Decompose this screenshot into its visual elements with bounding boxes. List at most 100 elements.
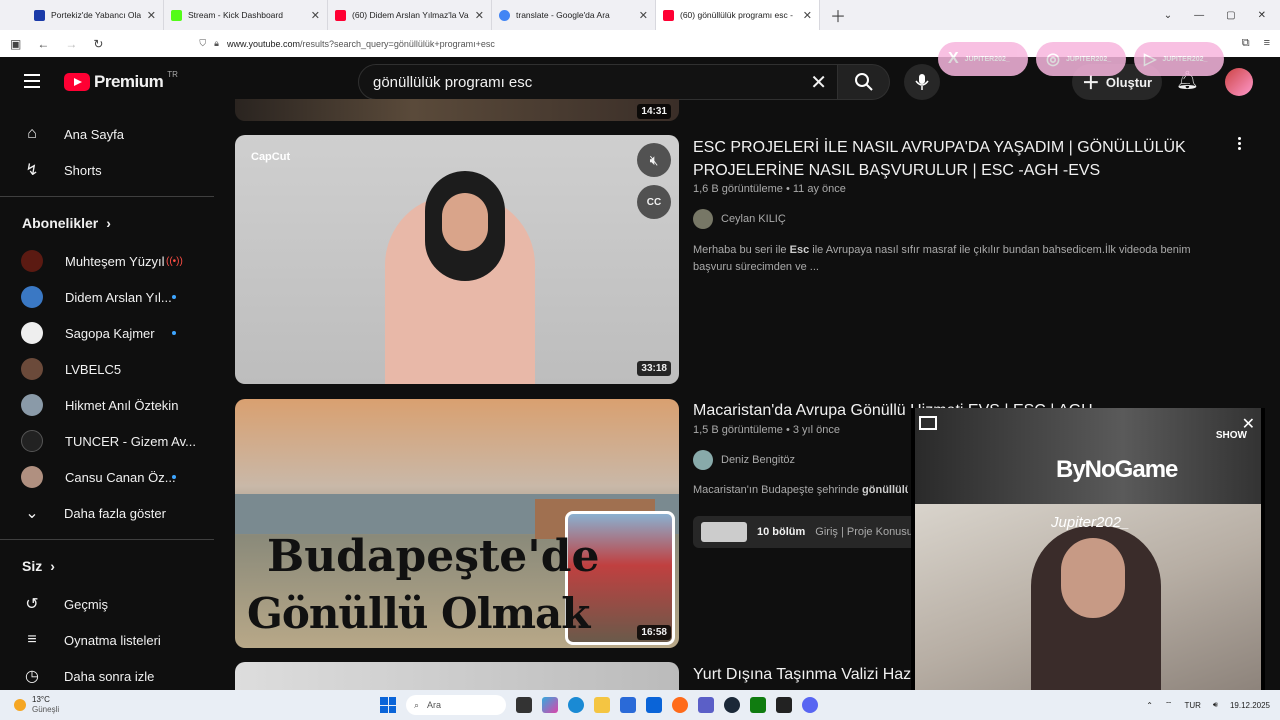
address-bar[interactable]: ⛉ 🔒︎ www.youtube.com/results?search_quer… <box>199 38 494 49</box>
outlook-icon[interactable] <box>646 697 662 713</box>
taskbar-date[interactable]: 19.12.2025 <box>1230 701 1270 710</box>
logo-text: Premium <box>94 72 164 91</box>
bynogame-logo: ByNoGame <box>1056 456 1178 483</box>
sidebar-item-subscription[interactable]: Cansu Canan Öz... <box>0 459 214 495</box>
sidebar-item-playlists[interactable]: ≡ Oynatma listeleri <box>0 622 214 658</box>
channel-avatar <box>21 286 43 308</box>
video-thumbnail[interactable]: CapCut 🔇︎ CC 33:18 <box>235 135 679 384</box>
file-explorer-icon[interactable] <box>594 697 610 713</box>
search-input[interactable]: gönüllülük programı esc ✕ <box>358 64 838 100</box>
close-tab-icon[interactable]: ✕ <box>147 9 156 22</box>
firefox-icon[interactable] <box>672 697 688 713</box>
sidebar-item-history[interactable]: ↺ Geçmiş <box>0 586 214 622</box>
close-tab-icon[interactable]: ✕ <box>311 9 320 22</box>
video-thumbnail[interactable]: 14:31 <box>235 99 679 121</box>
sidebar-item-subscription[interactable]: Hikmet Anıl Öztekin <box>0 387 214 423</box>
edge-icon[interactable] <box>568 697 584 713</box>
copilot-icon[interactable] <box>542 697 558 713</box>
store-icon[interactable] <box>620 697 636 713</box>
instagram-icon: ◎ <box>1046 51 1060 68</box>
new-tab-icon[interactable]: ＋ <box>830 3 846 27</box>
browser-tab[interactable]: Stream - Kick Dashboard ✕ <box>164 0 328 30</box>
back-icon[interactable]: ← <box>37 37 49 51</box>
teams-icon[interactable] <box>698 697 714 713</box>
you-label: Siz <box>22 558 43 574</box>
shorts-icon: ↯ <box>25 162 39 179</box>
video-meta: 1,5 B görüntüleme • 3 yıl önce <box>693 424 840 436</box>
close-pip-icon[interactable]: ✕ <box>1242 414 1255 434</box>
video-title[interactable]: ESC PROJELERİ İLE NASIL AVRUPA'DA YAŞADI… <box>693 136 1213 182</box>
xbox-icon[interactable] <box>750 697 766 713</box>
voice-search-button[interactable] <box>904 64 940 100</box>
browser-tab[interactable]: translate - Google'da Ara ✕ <box>492 0 656 30</box>
show-more-button[interactable]: ⌄ Daha fazla göster <box>0 495 214 531</box>
task-view-icon[interactable] <box>516 697 532 713</box>
maximize-icon[interactable]: ▢ <box>1226 10 1235 21</box>
weather-widget[interactable]: 13°C Güneşli <box>14 695 59 715</box>
tab-favicon <box>335 9 346 21</box>
browser-tab[interactable]: Portekiz'de Yabancı Olarak Bir İş ✕ <box>0 0 164 30</box>
close-tab-icon[interactable]: ✕ <box>639 9 648 22</box>
sidebar-item-label: Sagopa Kajmer <box>65 325 155 341</box>
menu-icon[interactable]: ≡ <box>1264 37 1270 50</box>
video-duration: 14:31 <box>637 104 671 119</box>
tab-favicon <box>499 9 510 21</box>
subscriptions-heading[interactable]: Abonelikler › <box>0 203 214 243</box>
chapters-preview[interactable]: 10 bölüm Giriş | Proje Konusu | <box>693 516 933 548</box>
logo-region: TR <box>167 69 178 79</box>
mute-button[interactable]: 🔇︎ <box>637 143 671 177</box>
volume-icon[interactable]: 🔊︎ <box>1213 700 1218 710</box>
video-title[interactable]: Yurt Dışına Taşınma Valizi Hazır <box>693 663 913 686</box>
reload-icon[interactable]: ↻ <box>93 37 103 51</box>
tab-title: Portekiz'de Yabancı Olarak Bir İş <box>51 10 141 20</box>
picture-in-picture-player[interactable]: ByNoGame Jupiter202_ SHOW ✕ <box>911 408 1265 702</box>
terminal-icon[interactable] <box>776 697 792 713</box>
youtube-premium-logo[interactable]: Premium TR <box>64 69 178 92</box>
browser-tab-active[interactable]: (60) gönüllülük programı esc - ✕ <box>656 0 820 30</box>
tray-chevron-icon[interactable]: ⌃ <box>1146 701 1153 710</box>
forward-icon[interactable]: → <box>65 37 77 51</box>
playlists-icon: ≡ <box>27 631 37 648</box>
divider <box>0 196 214 197</box>
captions-button[interactable]: CC <box>637 185 671 219</box>
sidebar-item-shorts[interactable]: ↯ Shorts <box>0 152 214 188</box>
sidebar-item-subscription[interactable]: Sagopa Kajmer <box>0 315 214 351</box>
more-actions-icon[interactable] <box>1238 137 1241 150</box>
taskbar-search[interactable]: ⌕ Ara <box>406 695 506 715</box>
pill-text: JUPITER202_ <box>1065 55 1112 63</box>
video-duration: 33:18 <box>637 361 671 376</box>
account-avatar[interactable] <box>1225 68 1253 96</box>
channel-link[interactable]: Deniz Bengitöz <box>693 450 795 470</box>
search-button[interactable] <box>838 64 890 100</box>
language-indicator[interactable]: TUR <box>1184 701 1200 710</box>
hamburger-menu-icon[interactable] <box>24 74 40 92</box>
extension-icon[interactable]: ⧉ <box>1242 37 1250 50</box>
browser-tab[interactable]: (60) Didem Arslan Yılmaz'la Vaz ✕ <box>328 0 492 30</box>
discord-icon[interactable] <box>802 697 818 713</box>
video-meta: 1,6 B görüntüleme • 11 ay önce <box>693 183 846 195</box>
sidebar-item-watch-later[interactable]: ◷ Daha sonra izle <box>0 658 214 690</box>
channel-link[interactable]: Ceylan KILIÇ <box>693 209 786 229</box>
steam-icon[interactable] <box>724 697 740 713</box>
tab-list-icon[interactable]: ⌄ <box>1164 10 1172 21</box>
you-heading[interactable]: Siz › <box>0 546 214 586</box>
close-tab-icon[interactable]: ✕ <box>803 9 812 22</box>
chapters-text: Giriş | Proje Konusu | <box>815 526 919 538</box>
expand-pip-icon[interactable] <box>919 416 937 430</box>
clear-search-icon[interactable]: ✕ <box>810 70 827 95</box>
sidebar-toggle-icon[interactable]: ▣ <box>10 37 21 51</box>
sidebar-item-subscription[interactable]: TUNCER - Gizem Av... <box>0 423 214 459</box>
windows-start-icon[interactable] <box>380 697 396 713</box>
close-window-icon[interactable]: ✕ <box>1258 10 1266 21</box>
sidebar-item-subscription[interactable]: Muhteşem Yüzyıl ((•)) <box>0 243 214 279</box>
minimize-icon[interactable]: — <box>1194 10 1204 21</box>
wifi-icon[interactable]: ⌔ <box>1165 700 1173 710</box>
sidebar-item-subscription[interactable]: LVBELC5 <box>0 351 214 387</box>
video-thumbnail[interactable] <box>235 662 679 690</box>
sidebar-item-home[interactable]: ⌂ Ana Sayfa <box>0 116 214 152</box>
desc-text: Macaristan'ın Budapeşte şehrinde <box>693 484 863 496</box>
close-tab-icon[interactable]: ✕ <box>475 9 484 22</box>
sidebar-item-subscription[interactable]: Didem Arslan Yıl... <box>0 279 214 315</box>
chevron-down-icon: ⌄ <box>25 505 39 522</box>
video-thumbnail[interactable]: Budapeşte'de Gönüllü Olmak 16:58 <box>235 399 679 648</box>
